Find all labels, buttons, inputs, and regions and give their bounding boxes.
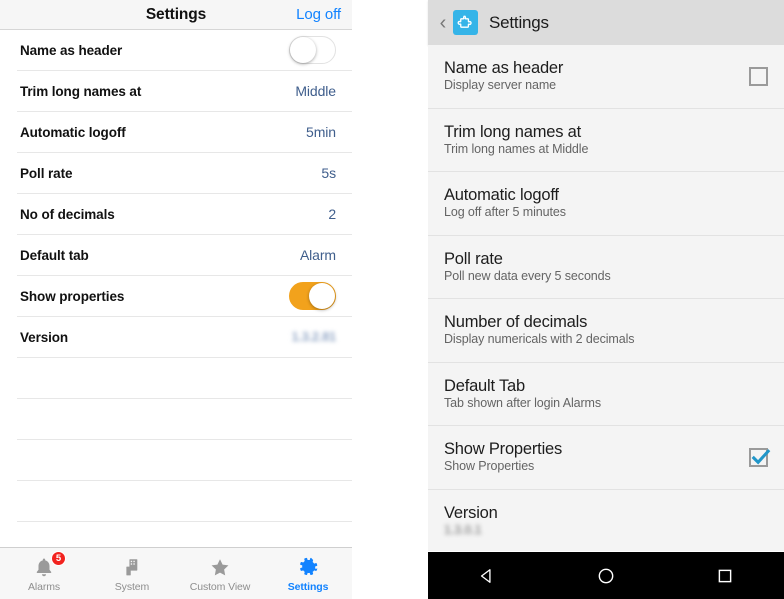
tab-system[interactable]: System <box>88 548 176 599</box>
android-page-title: Settings <box>489 12 549 32</box>
ios-empty-row <box>0 481 352 522</box>
android-row-title: Show Properties <box>444 440 563 459</box>
android-row-subtitle: 1.3.0.1 <box>444 522 482 537</box>
ios-toggle-switch[interactable] <box>289 282 336 310</box>
ios-row-label: Trim long names at <box>20 83 142 99</box>
android-row-subtitle: Poll new data every 5 seconds <box>444 268 611 283</box>
ios-navigation-bar: Settings Log off <box>0 0 352 30</box>
android-row-title: Poll rate <box>444 249 503 268</box>
android-row-text: Version 1.3.0.1 <box>444 504 768 538</box>
ios-row-value: 2 <box>328 206 336 222</box>
back-triangle-icon[interactable] <box>457 566 517 586</box>
ios-settings-row[interactable]: Version 1.3.2.81 <box>0 317 352 358</box>
tab-alarms[interactable]: 5 Alarms <box>0 548 88 599</box>
android-row-text: Trim long names at Trim long names at Mid… <box>444 123 768 157</box>
alarm-count-badge: 5 <box>51 550 66 566</box>
checkmark-icon <box>749 446 772 474</box>
android-app-bar: ‹ Settings <box>428 0 784 45</box>
android-row-text: Show Properties Show Properties <box>444 440 749 474</box>
chevron-left-icon[interactable]: ‹ <box>436 13 450 33</box>
ios-settings-row[interactable]: No of decimals 2 <box>0 194 352 235</box>
ios-row-label: No of decimals <box>20 206 115 222</box>
ios-row-value: 1.3.2.81 <box>291 330 336 344</box>
ios-row-label: Default tab <box>20 247 89 263</box>
android-settings-list: Name as header Display server name Trim lo… <box>428 45 784 551</box>
android-row-title: Name as header <box>444 59 564 78</box>
checkbox-unchecked[interactable] <box>749 66 768 86</box>
building-icon <box>122 555 143 579</box>
android-row-title: Trim long names at <box>444 122 582 141</box>
android-row-text: Number of decimals Display numericals wit… <box>444 313 768 347</box>
android-row-title: Number of decimals <box>444 313 588 332</box>
android-row-subtitle: Tab shown after login Alarms <box>444 395 602 410</box>
ios-settings-list: Name as header Trim long names at Middle Au… <box>0 30 352 547</box>
android-row-text: Name as header Display server name <box>444 59 749 93</box>
ios-row-label: Version <box>20 329 69 345</box>
android-settings-row[interactable]: Trim long names at Trim long names at Mid… <box>428 109 784 172</box>
toggle-knob <box>309 283 335 309</box>
ios-settings-row[interactable]: Show properties <box>0 276 352 317</box>
tab-custom-view[interactable]: Custom View <box>176 548 264 599</box>
tab-label: Settings <box>287 580 329 593</box>
dual-screenshot-stage: Settings Log off Name as header Trim long… <box>0 0 784 599</box>
android-row-subtitle: Log off after 5 minutes <box>444 205 566 220</box>
gear-icon <box>297 555 320 579</box>
android-row-subtitle: Display server name <box>444 78 557 93</box>
ios-settings-row[interactable]: Automatic logoff 5min <box>0 112 352 153</box>
android-row-subtitle: Trim long names at Middle <box>444 141 589 156</box>
android-settings-row[interactable]: Poll rate Poll new data every 5 seconds <box>428 236 784 299</box>
checkbox-checked[interactable] <box>749 447 771 467</box>
ios-tab-bar: 5 Alarms System Custom View Settings <box>0 547 352 599</box>
log-off-button[interactable]: Log off <box>296 6 341 23</box>
android-row-text: Poll rate Poll new data every 5 seconds <box>444 250 768 284</box>
ios-row-value: 5min <box>306 124 336 140</box>
tab-label: Alarms <box>27 580 61 593</box>
tab-label: Custom View <box>189 580 251 593</box>
tab-label: System <box>114 580 150 593</box>
recents-square-icon[interactable] <box>695 567 755 585</box>
android-row-title: Automatic logoff <box>444 186 559 205</box>
ios-row-value: Middle <box>295 83 336 99</box>
star-icon <box>208 555 232 579</box>
ios-empty-row <box>0 522 352 547</box>
android-settings-row[interactable]: Default Tab Tab shown after login Alarms <box>428 363 784 426</box>
android-settings-row[interactable]: Number of decimals Display numericals wit… <box>428 299 784 363</box>
ios-toggle-switch[interactable] <box>289 36 336 64</box>
android-settings-screen: ‹ Settings Name as header Display server … <box>428 0 784 599</box>
android-row-text: Default Tab Tab shown after login Alarms <box>444 377 768 411</box>
bell-icon: 5 <box>33 550 66 579</box>
ios-settings-screen: Settings Log off Name as header Trim long… <box>0 0 352 599</box>
android-row-subtitle: Show Properties <box>444 459 535 474</box>
ios-row-label: Poll rate <box>20 165 73 181</box>
ios-empty-row <box>0 399 352 440</box>
android-settings-row[interactable]: Version 1.3.0.1 <box>428 490 784 552</box>
home-circle-icon[interactable] <box>576 566 636 586</box>
android-row-title: Version <box>444 503 498 522</box>
android-row-text: Automatic logoff Log off after 5 minutes <box>444 186 768 220</box>
android-settings-row[interactable]: Show Properties Show Properties <box>428 426 784 490</box>
toggle-knob <box>290 37 316 63</box>
ios-settings-row[interactable]: Name as header <box>0 30 352 71</box>
ios-row-value: Alarm <box>299 247 336 263</box>
ios-row-label: Automatic logoff <box>20 124 126 140</box>
android-row-title: Default Tab <box>444 376 525 395</box>
android-row-subtitle: Display numericals with 2 decimals <box>444 332 635 347</box>
ios-settings-row[interactable]: Poll rate 5s <box>0 153 352 194</box>
android-settings-row[interactable]: Name as header Display server name <box>428 45 784 109</box>
ios-row-label: Name as header <box>20 42 123 58</box>
android-settings-row[interactable]: Automatic logoff Log off after 5 minutes <box>428 172 784 236</box>
ios-empty-row <box>0 440 352 481</box>
ios-row-value: 5s <box>321 165 336 181</box>
ios-row-label: Show properties <box>20 288 125 304</box>
puzzle-piece-icon <box>453 10 478 35</box>
ios-settings-row[interactable]: Default tab Alarm <box>0 235 352 276</box>
tab-settings[interactable]: Settings <box>264 548 352 599</box>
android-navigation-bar <box>428 551 784 599</box>
ios-empty-row <box>0 358 352 399</box>
ios-settings-row[interactable]: Trim long names at Middle <box>0 71 352 112</box>
